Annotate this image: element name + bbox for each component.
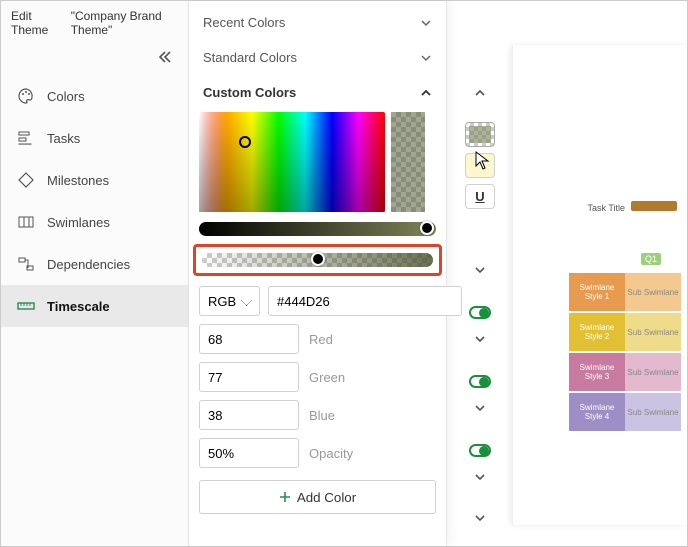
swimlane-main: Swimlane Style 4	[569, 393, 625, 431]
theme-preview: Task Title Q1 Swimlane Style 1Sub Swimla…	[512, 45, 687, 525]
opacity-label: Opacity	[309, 446, 353, 461]
nav-label: Milestones	[47, 173, 109, 188]
row-expand-3[interactable]	[465, 396, 495, 421]
blue-input[interactable]	[199, 400, 299, 430]
green-input[interactable]	[199, 362, 299, 392]
blue-label: Blue	[309, 408, 335, 423]
tasks-icon	[17, 129, 35, 147]
quarter-badge: Q1	[641, 253, 661, 265]
nav-dependencies[interactable]: Dependencies	[1, 243, 188, 285]
toggle-3[interactable]	[469, 444, 491, 456]
brightness-slider[interactable]	[199, 222, 436, 236]
task-bar	[631, 201, 677, 211]
opacity-thumb	[311, 252, 325, 266]
property-rail: U	[447, 1, 513, 546]
rail-collapse-up[interactable]	[465, 81, 495, 106]
palette-icon	[17, 87, 35, 105]
swimlane-main: Swimlane Style 1	[569, 273, 625, 311]
nav-tasks[interactable]: Tasks	[1, 117, 188, 159]
section-standard-colors[interactable]: Standard Colors	[199, 42, 436, 77]
hex-input[interactable]	[268, 286, 462, 316]
nav-swimlanes[interactable]: Swimlanes	[1, 201, 188, 243]
swimlane-row: Swimlane Style 2Sub Swimlane	[569, 313, 681, 351]
toggle-1[interactable]	[469, 306, 491, 318]
chevron-down-icon	[420, 17, 432, 29]
fill-color-tile[interactable]	[465, 122, 495, 147]
swimlane-row: Swimlane Style 4Sub Swimlane	[569, 393, 681, 431]
nav-label: Tasks	[47, 131, 80, 146]
gradient-thumb	[239, 136, 251, 148]
green-label: Green	[309, 370, 345, 385]
swimlane-row: Swimlane Style 1Sub Swimlane	[569, 273, 681, 311]
row-expand-1[interactable]	[465, 258, 495, 283]
opacity-highlight	[193, 244, 442, 276]
link-icon	[17, 255, 35, 273]
nav-label: Dependencies	[47, 257, 130, 272]
sidebar-title: Edit Theme "Company Brand Theme"	[1, 1, 188, 41]
brightness-thumb	[420, 221, 434, 235]
row-expand-4[interactable]	[465, 465, 495, 490]
opacity-slider[interactable]	[202, 253, 433, 267]
ruler-icon	[17, 297, 35, 315]
nav-colors[interactable]: Colors	[1, 75, 188, 117]
nav-milestones[interactable]: Milestones	[1, 159, 188, 201]
swimlane-sub: Sub Swimlane	[625, 273, 681, 311]
nav-label: Swimlanes	[47, 215, 110, 230]
row-expand-5[interactable]	[465, 505, 495, 530]
swimlane-row: Swimlane Style 3Sub Swimlane	[569, 353, 681, 391]
section-custom-colors[interactable]: Custom Colors	[199, 77, 436, 112]
chevron-up-icon	[420, 87, 432, 99]
columns-icon	[17, 213, 35, 231]
opacity-input[interactable]	[199, 438, 299, 468]
nav-label: Timescale	[47, 299, 110, 314]
task-title-label: Task Title	[587, 203, 625, 213]
swimlane-main: Swimlane Style 2	[569, 313, 625, 351]
plus-icon	[279, 491, 291, 503]
swimlane-sub: Sub Swimlane	[625, 393, 681, 431]
secondary-color-tile[interactable]	[465, 153, 495, 178]
swimlane-sub: Sub Swimlane	[625, 353, 681, 391]
sidebar: Edit Theme "Company Brand Theme" Colors …	[1, 1, 189, 546]
nav-timescale[interactable]: Timescale	[1, 285, 188, 327]
swimlane-main: Swimlane Style 3	[569, 353, 625, 391]
color-gradient-picker[interactable]	[199, 112, 385, 212]
add-color-button[interactable]: Add Color	[199, 480, 436, 514]
toggle-2[interactable]	[469, 375, 491, 387]
red-input[interactable]	[199, 324, 299, 354]
section-recent-colors[interactable]: Recent Colors	[199, 7, 436, 42]
swimlane-sub: Sub Swimlane	[625, 313, 681, 351]
red-label: Red	[309, 332, 333, 347]
row-expand-2[interactable]	[465, 327, 495, 352]
diamond-icon	[17, 171, 35, 189]
color-panel: Recent Colors Standard Colors Custom Col…	[189, 1, 447, 546]
underline-toggle[interactable]: U	[465, 184, 495, 209]
nav-label: Colors	[47, 89, 85, 104]
color-mode-select[interactable]: RGB	[199, 286, 260, 316]
selected-color-preview	[391, 112, 425, 212]
collapse-sidebar-button[interactable]	[1, 41, 188, 75]
chevron-down-icon	[420, 52, 432, 64]
